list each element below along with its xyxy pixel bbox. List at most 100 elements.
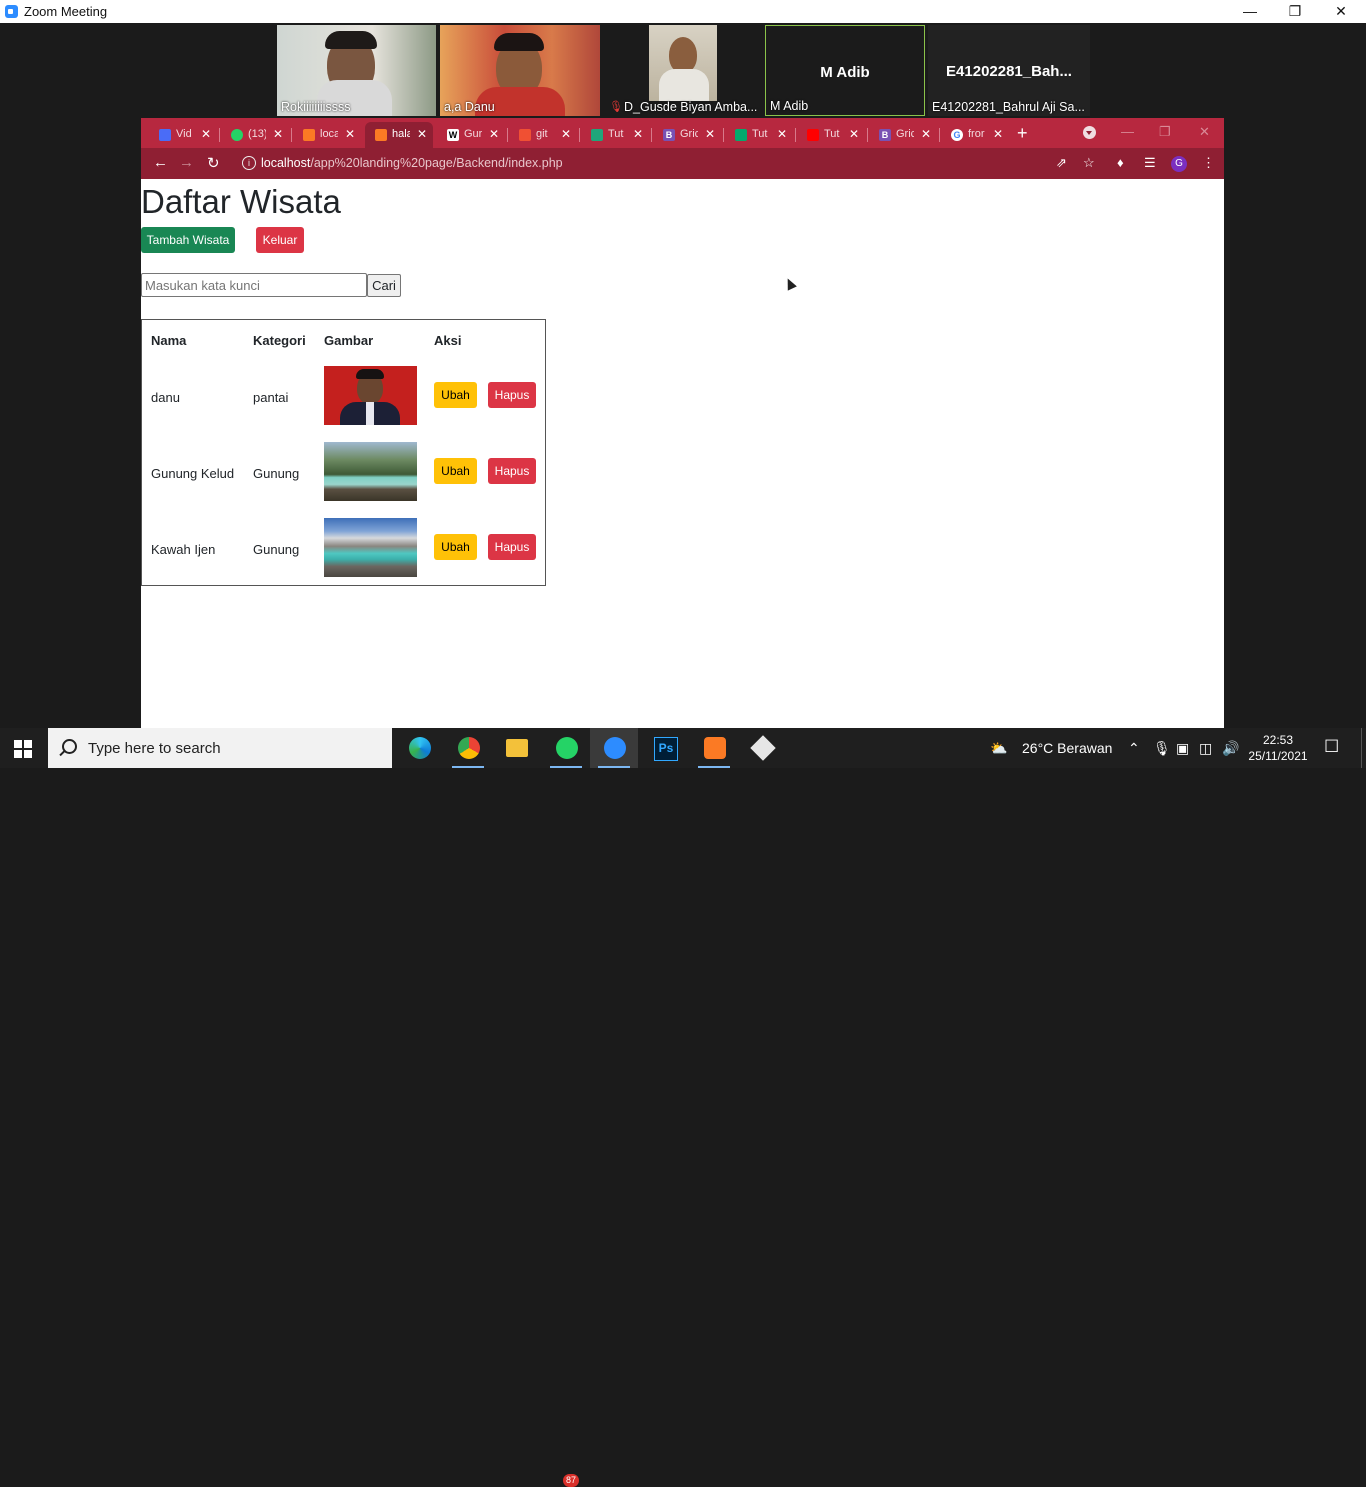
browser-tab[interactable]: Tut ✕ bbox=[725, 122, 793, 148]
reload-icon[interactable]: ↻ bbox=[207, 154, 220, 172]
browser-close-icon[interactable]: ✕ bbox=[1199, 124, 1210, 140]
zoom-icon bbox=[159, 129, 171, 141]
close-icon[interactable]: ✕ bbox=[1318, 0, 1364, 23]
thumbnail-image bbox=[324, 366, 417, 425]
chrome-icon bbox=[458, 737, 480, 759]
tab-close-icon[interactable]: ✕ bbox=[417, 127, 427, 141]
info-icon[interactable]: i bbox=[242, 156, 256, 170]
browser-minimize-icon[interactable]: — bbox=[1121, 124, 1134, 139]
taskbar-edge[interactable] bbox=[395, 728, 443, 768]
weather-text[interactable]: 26°C Berawan bbox=[1022, 740, 1112, 756]
participant-name: D_Gusde Biyan Amba... bbox=[624, 100, 758, 114]
tab-close-icon[interactable]: ✕ bbox=[489, 127, 499, 141]
participant-tile[interactable]: 🎙 D_Gusde Biyan Amba... bbox=[604, 25, 763, 116]
wisata-table: Nama Kategori Gambar Aksi danu pantai Ub… bbox=[141, 319, 546, 586]
edit-button[interactable]: Ubah bbox=[434, 382, 477, 408]
participant-tile[interactable]: E41202281_Bah... E41202281_Bahrul Aji Sa… bbox=[928, 25, 1090, 116]
delete-button[interactable]: Hapus bbox=[488, 382, 536, 408]
browser-tab[interactable]: Tut ✕ bbox=[581, 122, 649, 148]
taskbar-xampp[interactable] bbox=[690, 728, 738, 768]
browser-tab[interactable]: loca ✕ bbox=[293, 122, 361, 148]
windows-start-icon[interactable] bbox=[14, 740, 32, 758]
taskbar-whatsapp[interactable] bbox=[542, 728, 590, 768]
browser-tab[interactable]: Gfror ✕ bbox=[941, 122, 1009, 148]
address-bar[interactable]: i localhost/app%20landing%20page/Backend… bbox=[233, 151, 1093, 176]
tab-close-icon[interactable]: ✕ bbox=[705, 127, 715, 141]
clock[interactable]: 22:53 25/11/2021 bbox=[1247, 732, 1309, 764]
forward-icon[interactable]: → bbox=[179, 154, 194, 171]
show-hidden-icons-icon[interactable]: ⌃ bbox=[1128, 740, 1140, 757]
bootstrap-icon: B bbox=[663, 129, 675, 141]
minimize-icon[interactable]: — bbox=[1227, 0, 1273, 23]
browser-tab[interactable]: Tut ✕ bbox=[797, 122, 865, 148]
tab-close-icon[interactable]: ✕ bbox=[633, 127, 643, 141]
bootstrap-icon: B bbox=[879, 129, 891, 141]
menu-icon[interactable]: ⋮ bbox=[1202, 155, 1215, 171]
meet-now-icon[interactable]: ▣ bbox=[1176, 740, 1189, 757]
weather-icon[interactable]: ⛅ bbox=[990, 740, 1007, 757]
search-button[interactable]: Cari bbox=[367, 274, 401, 297]
logout-button[interactable]: Keluar bbox=[256, 227, 304, 253]
microphone-icon[interactable]: 🎙 bbox=[1153, 740, 1171, 757]
taskbar-git[interactable] bbox=[738, 728, 786, 768]
taskbar-zoom[interactable] bbox=[590, 728, 638, 768]
tab-close-icon[interactable]: ✕ bbox=[201, 127, 211, 141]
browser-tab[interactable]: W Gur ✕ bbox=[437, 122, 505, 148]
new-tab-icon[interactable]: + bbox=[1017, 123, 1028, 144]
muted-mic-icon: 🎙 bbox=[609, 101, 623, 113]
add-wisata-button[interactable]: Tambah Wisata bbox=[141, 227, 235, 253]
participant-tile-active-speaker[interactable]: M Adib M Adib bbox=[765, 25, 925, 116]
browser-tab[interactable]: B Gric ✕ bbox=[653, 122, 721, 148]
tab-close-icon[interactable]: ✕ bbox=[993, 127, 1003, 141]
show-desktop-divider[interactable] bbox=[1361, 728, 1362, 768]
restore-icon[interactable]: ❐ bbox=[1272, 0, 1318, 23]
clock-time: 22:53 bbox=[1262, 733, 1294, 747]
participant-tile[interactable]: a,a Danu bbox=[440, 25, 600, 116]
extensions-icon[interactable]: ♦ bbox=[1117, 155, 1124, 170]
edit-button[interactable]: Ubah bbox=[434, 534, 477, 560]
zoom-title-bar: Zoom Meeting — ❐ ✕ bbox=[0, 0, 1366, 23]
tab-close-icon[interactable]: ✕ bbox=[345, 127, 355, 141]
browser-tab[interactable]: Vid ✕ bbox=[149, 122, 217, 148]
network-icon[interactable]: ◫ bbox=[1199, 740, 1212, 757]
browser-restore-icon[interactable]: ❐ bbox=[1159, 124, 1171, 140]
browser-tab[interactable]: git ✕ bbox=[509, 122, 577, 148]
taskbar-file-explorer[interactable] bbox=[492, 728, 540, 768]
search-input[interactable] bbox=[141, 273, 367, 297]
browser-tab[interactable]: B Gric ✕ bbox=[869, 122, 937, 148]
delete-button[interactable]: Hapus bbox=[488, 534, 536, 560]
browser-tab[interactable]: (13) ✕ bbox=[221, 122, 289, 148]
media-control-icon[interactable]: ☰ bbox=[1144, 155, 1156, 171]
participant-tile[interactable]: Rokiiiiiiiissss bbox=[277, 25, 436, 116]
tab-close-icon[interactable]: ✕ bbox=[273, 127, 283, 141]
tab-close-icon[interactable]: ✕ bbox=[561, 127, 571, 141]
page-content: Daftar Wisata Tambah Wisata Keluar Cari … bbox=[141, 179, 1224, 728]
volume-icon[interactable]: 🔊 bbox=[1222, 740, 1239, 757]
whatsapp-icon bbox=[231, 129, 243, 141]
cell-kategori: Gunung bbox=[253, 542, 300, 557]
participant-name: M Adib bbox=[770, 99, 809, 113]
taskbar-chrome[interactable] bbox=[444, 728, 492, 768]
bookmark-star-icon[interactable]: ☆ bbox=[1083, 155, 1095, 171]
folder-icon bbox=[506, 739, 528, 757]
taskbar-photoshop[interactable]: Ps bbox=[640, 728, 688, 768]
whatsapp-icon bbox=[556, 737, 578, 759]
edit-button[interactable]: Ubah bbox=[434, 458, 477, 484]
profile-avatar[interactable]: G bbox=[1171, 156, 1187, 172]
notifications-icon[interactable]: ☐ bbox=[1324, 737, 1339, 757]
browser-tab-active[interactable]: hala ✕ bbox=[365, 122, 433, 148]
tab-search-icon[interactable] bbox=[1083, 126, 1096, 139]
tab-close-icon[interactable]: ✕ bbox=[921, 127, 931, 141]
xampp-icon bbox=[704, 737, 726, 759]
delete-button[interactable]: Hapus bbox=[488, 458, 536, 484]
taskbar-search-box[interactable]: Type here to search bbox=[48, 728, 392, 768]
clock-date: 25/11/2021 bbox=[1248, 749, 1308, 763]
share-icon[interactable]: ⇗ bbox=[1056, 155, 1067, 171]
thumbnail-image bbox=[324, 442, 417, 501]
edge-icon bbox=[409, 737, 431, 759]
tab-close-icon[interactable]: ✕ bbox=[849, 127, 859, 141]
git-icon bbox=[750, 735, 776, 761]
back-icon[interactable]: ← bbox=[153, 154, 168, 171]
cell-nama: Kawah Ijen bbox=[151, 542, 216, 557]
tab-close-icon[interactable]: ✕ bbox=[777, 127, 787, 141]
